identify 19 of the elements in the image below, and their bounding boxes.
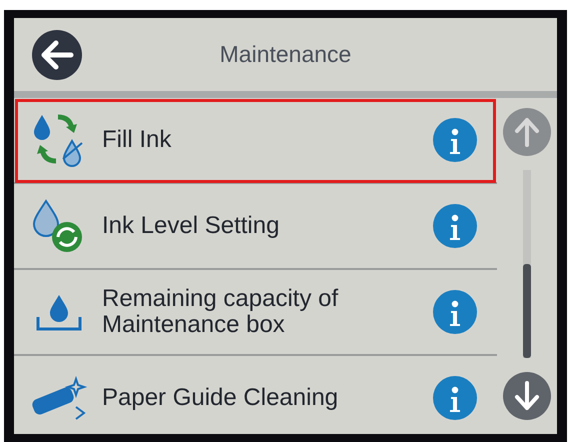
info-icon (448, 128, 462, 156)
back-arrow-icon (40, 40, 74, 70)
scroll-down-button[interactable] (503, 372, 551, 420)
menu-item[interactable]: Fill Ink (14, 98, 497, 184)
menu-item[interactable]: Ink Level Setting (14, 184, 497, 270)
info-button[interactable] (433, 118, 477, 162)
menu-item[interactable]: Remaining capacity of Maintenance box (14, 270, 497, 356)
down-arrow-icon (513, 381, 541, 411)
info-icon (448, 214, 462, 242)
info-icon (448, 386, 462, 414)
scroll-thumb[interactable] (523, 264, 531, 358)
screen-title: Maintenance (218, 40, 352, 70)
up-arrow-icon (513, 117, 541, 147)
back-button[interactable] (32, 30, 82, 80)
info-button[interactable] (433, 204, 477, 248)
menu-item[interactable]: Paper Guide Cleaning (14, 356, 497, 434)
info-icon (448, 300, 462, 328)
info-button[interactable] (433, 290, 477, 334)
info-button[interactable] (433, 376, 477, 420)
